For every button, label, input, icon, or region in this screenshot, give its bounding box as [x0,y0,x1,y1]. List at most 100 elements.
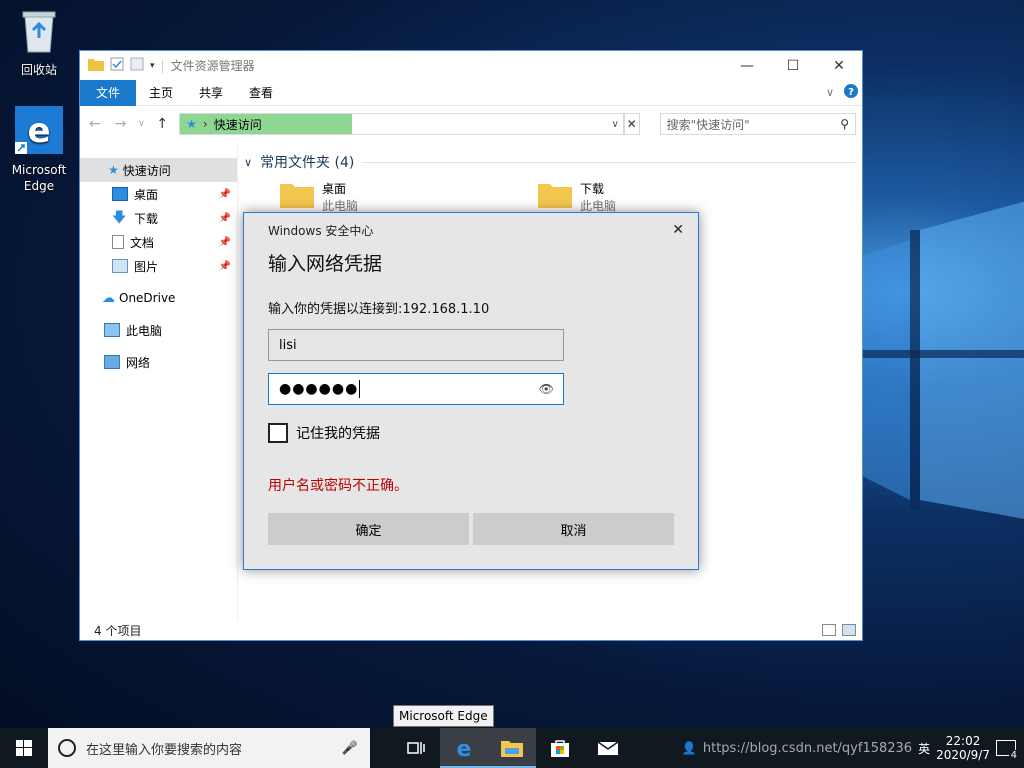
sidebar-item-label: OneDrive [119,291,176,305]
new-folder-icon[interactable] [130,57,144,74]
desktop-wallpaper-logo [850,201,1024,519]
search-placeholder: 搜索"快速访问" [666,117,750,132]
properties-icon[interactable] [110,57,124,74]
taskbar-mail[interactable] [584,728,632,768]
help-icon[interactable]: ? [844,84,858,101]
people-icon[interactable]: 👤 [682,741,697,755]
frequent-folders-group[interactable]: ∨ 常用文件夹 (4) [244,152,856,172]
sidebar-item-label: 文档 [130,235,155,250]
recycle-bin-desktop-icon[interactable]: 回收站 [3,8,75,78]
mail-icon [597,741,619,755]
clock-time: 22:02 [945,734,981,748]
cortana-icon[interactable] [58,739,76,757]
sidebar-item-quick-access[interactable]: ★ 快速访问 [80,158,237,182]
expand-ribbon-icon[interactable]: ∨ [826,86,834,99]
back-arrow-icon[interactable]: ← [86,116,104,132]
cloud-icon: ☁ [102,290,115,306]
edge-label-line2: Edge [23,179,55,193]
clear-address-icon[interactable]: ✕ [623,113,640,135]
sidebar-item-network[interactable]: 网络 [80,350,237,374]
edge-desktop-icon[interactable]: e Microsoft Edge [3,106,75,194]
pin-icon[interactable]: 📌 [219,213,231,224]
folder-tile[interactable]: 下载 此电脑 [538,180,616,214]
details-view-icon[interactable] [822,624,836,636]
edge-label-line1: Microsoft [11,163,67,177]
sidebar-item-desktop[interactable]: 桌面 📌 [80,182,237,206]
download-icon: 🡇 [112,210,127,226]
sidebar-item-pictures[interactable]: 图片 📌 [80,254,237,278]
folder-name: 下载 [580,182,605,196]
taskbar-clock[interactable]: 22:02 2020/9/7 [936,734,990,762]
sidebar-item-this-pc[interactable]: 此电脑 [80,318,237,342]
search-box[interactable]: 搜索"快速访问" ⚲ [659,113,856,135]
notification-count: 4 [1008,750,1019,761]
system-tray: 👤 https://blog.csdn.net/qyf158236 英 22:0… [682,734,1024,762]
navigation-pane: ★ 快速访问 桌面 📌 🡇 下载 📌 文档 📌 图片 📌 ☁ OneDrive … [80,142,238,620]
username-field[interactable]: lisi [268,329,564,361]
address-path[interactable]: 快速访问 [214,116,262,133]
pin-icon[interactable]: 📌 [219,261,231,272]
search-icon[interactable]: ⚲ [840,117,849,131]
desktop-icon [112,187,128,201]
taskbar-edge[interactable]: e [440,728,488,768]
password-value: ●●●●●● [279,381,359,397]
pin-icon[interactable]: 📌 [219,237,231,248]
window-title: 文件资源管理器 [170,59,255,73]
minimize-button[interactable]: — [724,51,770,80]
sidebar-item-label: 快速访问 [122,163,171,178]
recent-locations-icon[interactable]: ∨ [138,119,146,129]
task-view-button[interactable] [392,728,440,768]
address-dropdown-icon[interactable]: ∨ [611,119,618,130]
ime-indicator[interactable]: 英 [918,740,930,757]
network-icon [104,355,120,369]
notification-center-icon[interactable]: 4 [996,740,1019,761]
cancel-button[interactable]: 取消 [473,513,674,545]
sidebar-item-documents[interactable]: 文档 📌 [80,230,237,254]
start-button[interactable] [0,728,48,768]
taskbar-search[interactable]: 在这里输入你要搜索的内容 🎤 [48,728,370,768]
up-arrow-icon[interactable]: ↑ [153,116,171,132]
tab-file[interactable]: 文件 [80,79,137,106]
large-icons-view-icon[interactable] [842,624,856,636]
picture-icon [112,259,128,273]
maximize-button[interactable]: ☐ [770,51,816,80]
tab-share[interactable]: 共享 [186,80,236,106]
pin-icon[interactable]: 📌 [219,189,231,200]
dialog-header: Windows 安全中心 [268,224,374,238]
close-button[interactable]: ✕ [816,51,862,80]
password-field[interactable]: ●●●●●● 👁 [268,373,564,405]
taskbar-file-explorer[interactable] [488,728,536,768]
tab-view[interactable]: 查看 [236,80,286,106]
explorer-titlebar[interactable]: ▾ | 文件资源管理器 — ☐ ✕ [80,51,862,80]
sidebar-item-onedrive[interactable]: ☁ OneDrive [80,286,237,310]
error-message: 用户名或密码不正确。 [268,478,408,494]
folder-icon [88,57,104,74]
sidebar-item-downloads[interactable]: 🡇 下载 📌 [80,206,237,230]
dialog-close-icon[interactable]: ✕ [672,222,684,239]
document-icon [112,235,124,249]
breadcrumb-chevron-icon[interactable]: › [203,117,208,131]
remember-credentials[interactable]: 记住我的凭据 [268,423,380,443]
windows-logo-icon [16,740,32,756]
store-bag-icon [551,740,569,757]
clock-date: 2020/9/7 [936,748,990,762]
folder-tile[interactable]: 桌面 此电脑 [280,180,358,214]
address-bar[interactable]: ★ › 快速访问 ∨ [179,113,624,135]
forward-arrow-icon[interactable]: → [112,116,130,132]
reveal-password-icon[interactable]: 👁 [539,382,555,396]
tab-home[interactable]: 主页 [136,80,186,106]
chevron-down-icon[interactable]: ▾ [150,61,155,71]
folder-icon [501,741,523,757]
microphone-icon[interactable]: 🎤 [342,741,358,756]
svg-text:?: ? [848,87,854,98]
item-count: 4 个项目 [94,623,142,638]
recycle-bin-label: 回收站 [20,63,57,77]
sidebar-item-label: 网络 [126,355,151,370]
ok-button[interactable]: 确定 [268,513,469,545]
chevron-down-icon: ∨ [244,155,253,169]
remember-checkbox[interactable] [268,423,288,443]
sidebar-item-label: 下载 [134,211,159,226]
folder-icon [280,180,314,214]
taskbar-store[interactable] [536,728,584,768]
taskbar-search-placeholder: 在这里输入你要搜索的内容 [86,742,243,758]
